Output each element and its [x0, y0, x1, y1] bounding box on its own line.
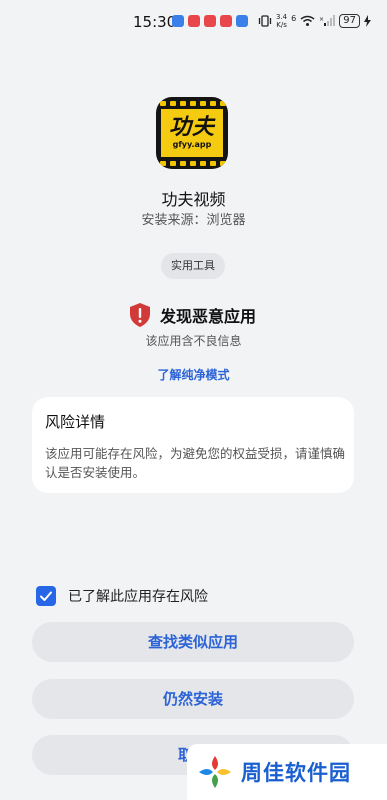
app-icon-plate: 功夫 gfyy.app — [161, 109, 223, 157]
risk-acknowledge-checkbox[interactable] — [36, 586, 56, 606]
signal-icon: × — [319, 15, 336, 26]
app-icon-subtext: gfyy.app — [172, 140, 212, 149]
app-icon: 功夫 gfyy.app — [156, 97, 228, 169]
film-strip-bottom — [156, 158, 228, 168]
vibrate-icon — [258, 15, 272, 27]
battery-indicator: 97 — [339, 14, 360, 28]
pure-mode-link[interactable]: 了解纯净模式 — [0, 366, 387, 383]
watermark-text: 周佳软件园 — [241, 761, 351, 785]
charging-icon — [363, 15, 371, 27]
network-type: 6 — [291, 13, 297, 23]
net-speed-unit: K/s — [276, 21, 287, 29]
notification-icons — [172, 15, 248, 27]
net-speed: 3.4 K/s — [276, 13, 287, 29]
notification-app-icon — [172, 15, 184, 27]
check-icon — [40, 591, 52, 601]
net-speed-value: 3.4 — [276, 13, 288, 21]
warning-header: 发现恶意应用 — [129, 303, 256, 327]
notification-app-icon — [204, 15, 216, 27]
app-icon-text: 功夫 — [168, 115, 215, 140]
category-chip: 实用工具 — [161, 253, 225, 279]
svg-text:×: × — [319, 16, 324, 23]
warning-title: 发现恶意应用 — [160, 307, 257, 326]
shield-alert-icon — [130, 303, 150, 327]
risk-details-description: 该应用可能存在风险，为避免您的权益受损，请谨慎确认是否安装使用。 — [45, 446, 346, 480]
wifi-icon — [300, 15, 315, 26]
watermark: 周佳软件园 — [187, 744, 387, 800]
risk-acknowledge-label: 已了解此应用存在风险 — [68, 589, 208, 605]
risk-details-card: 风险详情 该应用可能存在风险，为避免您的权益受损，请谨慎确认是否安装使用。 — [32, 397, 354, 493]
notification-app-icon — [188, 15, 200, 27]
install-anyway-button[interactable]: 仍然安装 — [32, 679, 354, 719]
find-similar-button[interactable]: 查找类似应用 — [32, 622, 354, 662]
watermark-logo-icon — [199, 756, 231, 788]
notification-app-icon — [220, 15, 232, 27]
risk-details-title: 风险详情 — [45, 413, 106, 431]
app-name: 功夫视频 — [161, 190, 226, 209]
status-bar: 15:30 3.4 K/s 6 × 97 — [0, 0, 387, 40]
risk-acknowledge-row[interactable]: 已了解此应用存在风险 — [36, 586, 208, 606]
status-time: 15:30 — [133, 13, 177, 31]
warning-subtitle: 该应用含不良信息 — [145, 334, 242, 348]
film-strip-top — [156, 98, 228, 108]
notification-app-icon — [236, 15, 248, 27]
status-indicators: 3.4 K/s 6 × 97 — [258, 13, 371, 29]
install-source: 安装来源：浏览器 — [141, 213, 246, 228]
